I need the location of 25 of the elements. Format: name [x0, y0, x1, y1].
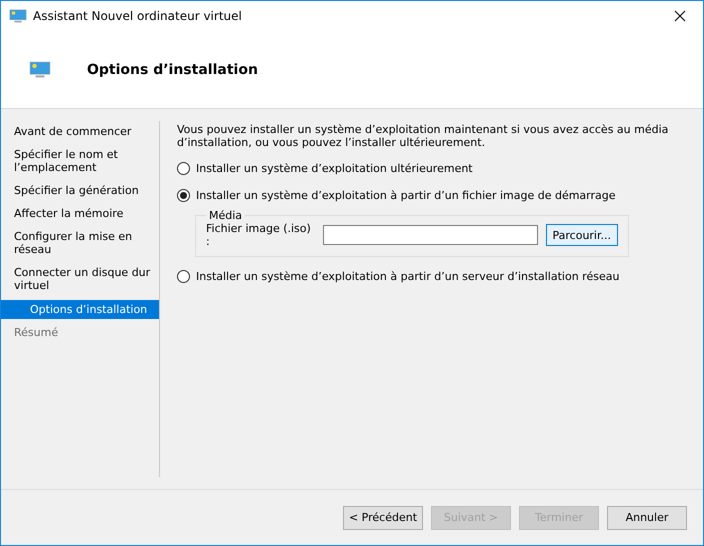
sidebar-item[interactable]: Avant de commencer: [1, 123, 159, 141]
input-field[interactable]: [323, 225, 538, 245]
radio-button[interactable]: [177, 162, 190, 175]
app-icon: [9, 8, 27, 24]
option-label[interactable]: Installer un système d’exploitation à partir d’un fichier image de démarrage: [196, 189, 616, 202]
browse-button[interactable]: Parcourir...: [546, 224, 618, 246]
close-icon: [674, 10, 686, 22]
sidebar-item[interactable]: Configurer la mise en réseau: [1, 228, 159, 259]
group-title: Média: [208, 209, 244, 222]
radio-button[interactable]: [177, 189, 190, 202]
monitor-icon: [29, 60, 51, 78]
wizard-button[interactable]: < Précédent: [343, 506, 423, 530]
sidebar-item[interactable]: Spécifier la génération: [1, 182, 159, 200]
intro-text: Vous pouvez installer un système d’exploitation maintenant si vous avez accès au média d’installation, ou vous pouvez l’installer ultérieurement.: [177, 123, 670, 149]
option-label[interactable]: Installer un système d’exploitation à partir d’un serveur d’installation réseau: [196, 270, 620, 283]
option-label[interactable]: Installer un système d’exploitation ultérieurement: [196, 162, 473, 175]
wizard-button[interactable]: Annuler: [607, 506, 687, 530]
page-title: Options d’installation: [87, 62, 258, 78]
radio-button[interactable]: [177, 270, 190, 283]
sidebar-item[interactable]: Options d’installation: [1, 300, 159, 319]
sidebar-item[interactable]: Spécifier le nom et l’emplacement: [1, 146, 159, 177]
sidebar-item[interactable]: Connecter un disque dur virtuel: [1, 264, 159, 295]
sidebar-item[interactable]: Affecter la mémoire: [1, 205, 159, 223]
window-title: Assistant Nouvel ordinateur virtuel: [33, 9, 243, 23]
field-label: Fichier image (.iso) :: [206, 222, 312, 248]
